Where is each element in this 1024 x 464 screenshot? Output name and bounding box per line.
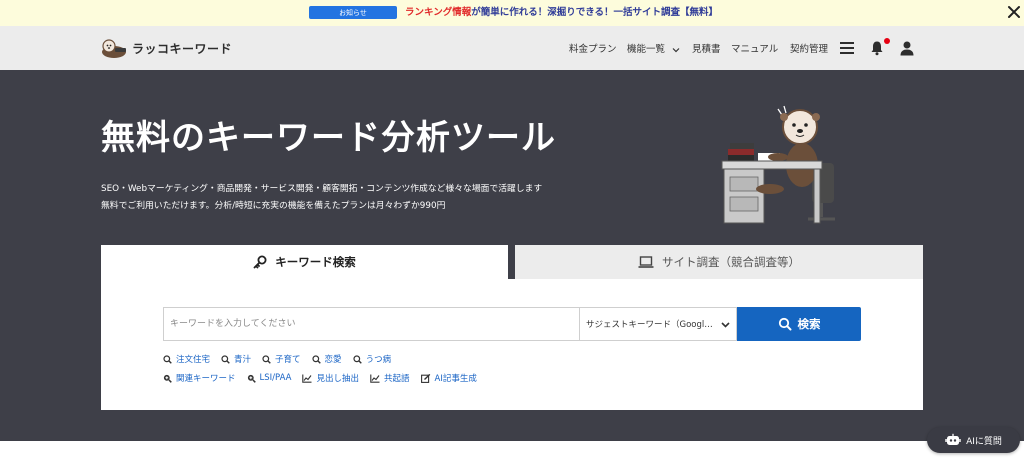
suggest-link-label: 恋愛 [324,355,342,365]
tool-link-ai-article[interactable]: AI記事生成 [420,372,477,384]
suggest-link-label: 青汁 [234,355,252,365]
tool-link-cooccurrence[interactable]: 共起語 [370,372,410,384]
announcement-text: が簡単に作れる！深掘りできる！一括サイト調査【無料】 [471,7,719,18]
logo[interactable]: ラッコキーワード [100,36,232,60]
suggest-link[interactable]: うつ病 [352,353,392,365]
suggest-link-label: うつ病 [365,355,392,365]
search-plus-icon [247,374,256,383]
keyword-search-input[interactable] [163,307,579,341]
tool-link-headings[interactable]: 見出し抽出 [302,372,359,384]
announcement-link[interactable]: ランキング情報が簡単に作れる！深掘りできる！一括サイト調査【無料】 [405,6,718,20]
hero-description-1: SEO・Webマーケティング・商品開発・サービス開発・顧客開拓・コンテンツ作成な… [101,184,543,194]
search-icon [221,354,230,364]
otter-logo-icon [102,39,126,58]
robot-icon [945,433,961,445]
search-icon [352,354,362,364]
hero-title: 無料のキーワード分析ツール [101,118,556,158]
tool-link-label: LSI/PAA [259,373,292,383]
hero-description-2: 無料でご利用いただけます。分析/時短に充実の機能を備えたプランは月々わずか990… [101,201,446,211]
close-icon[interactable] [1006,4,1022,20]
tool-link-related[interactable]: 関連キーワード [163,372,236,384]
tool-links: 関連キーワード LSI/PAA 見出し抽出 共起語 AI記事生成 [163,372,488,384]
announcement-highlight: ランキング情報 [405,7,472,18]
chart-line-icon [370,374,380,383]
nav-features[interactable]: 機能一覧 [627,41,680,55]
suggested-keywords: 注文住宅 青汁 子育て 恋愛 うつ病 [163,353,402,365]
edit-icon [420,373,430,383]
search-button[interactable]: 検索 [737,307,861,341]
suggest-link[interactable]: 子育て [262,353,301,365]
tab-site-label: サイト調査（競合調査等） [662,255,800,269]
nav-pricing[interactable]: 料金プラン [569,41,617,55]
menu-icon[interactable] [839,40,855,56]
search-plus-icon [163,374,172,383]
user-icon[interactable] [899,40,915,56]
tab-keyword-search[interactable]: キーワード検索 [101,245,508,279]
tab-site-research[interactable]: サイト調査（競合調査等） [515,245,923,279]
search-button-label: 検索 [797,317,821,331]
otter-desk-illustration [721,105,835,224]
tool-link-lsi[interactable]: LSI/PAA [247,373,292,383]
site-header: ラッコキーワード 料金プラン 機能一覧 見積書 マニュアル 契約管理 [0,26,1024,70]
chart-line-icon [302,374,312,383]
search-icon [778,317,791,331]
search-mode-select[interactable]: サジェストキーワード（Google） [579,307,737,341]
news-badge[interactable]: お知らせ [309,6,397,19]
announcement-bar: お知らせ ランキング情報が簡単に作れる！深掘りできる！一括サイト調査【無料】 [0,0,1024,26]
logo-text: ラッコキーワード [132,41,233,56]
chevron-down-icon [672,47,680,52]
tool-link-label: 見出し抽出 [316,374,359,384]
nav-contract[interactable]: 契約管理 [790,41,828,55]
chevron-down-icon [721,322,730,328]
notification-dot [884,38,890,44]
tool-link-label: 関連キーワード [176,374,236,384]
nav-estimate[interactable]: 見積書 [692,41,721,55]
laptop-icon [638,256,654,268]
suggest-link-label: 子育て [275,355,301,365]
nav-manual[interactable]: マニュアル [731,41,778,55]
ai-chat-button[interactable]: AIに質問 [927,427,1020,453]
key-icon [253,255,267,269]
suggest-link-label: 注文住宅 [176,355,211,365]
tool-link-label: 共起語 [383,374,410,384]
search-icon [163,354,172,364]
search-icon [311,354,321,364]
suggest-link[interactable]: 注文住宅 [163,353,210,365]
bell-icon[interactable] [869,40,885,56]
search-icon [262,354,271,364]
search-mode-value: サジェストキーワード（Google） [586,320,716,330]
ai-chat-label: AIに質問 [966,436,1002,447]
search-panel [101,279,923,410]
suggest-link[interactable]: 青汁 [221,353,251,365]
nav-features-label: 機能一覧 [627,44,666,55]
tab-keyword-label: キーワード検索 [275,255,356,269]
tool-link-label: AI記事生成 [434,374,477,384]
suggest-link[interactable]: 恋愛 [311,353,342,365]
